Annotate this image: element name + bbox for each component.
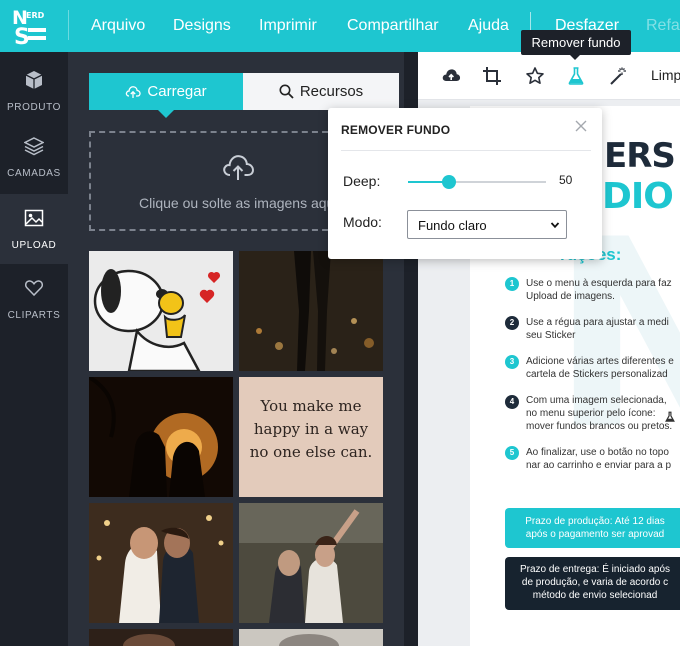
nerd-studio-logo[interactable]: N ERD S (10, 6, 50, 46)
quote-text: You make me happy in a way no one else c… (249, 397, 373, 461)
couple-silhouette-photo (89, 377, 233, 497)
menu-arquivo[interactable]: Arquivo (91, 17, 145, 35)
cube-icon (25, 71, 43, 89)
cloud-upload-icon (223, 155, 254, 180)
photo-partial (239, 629, 383, 646)
rail-label-upload: UPLOAD (11, 240, 57, 251)
mode-select-value: Fundo claro (418, 218, 487, 233)
step-text: Ao finalizar, use o botão no topo nar ao… (526, 447, 672, 471)
tooltip-remove-background: Remover fundo (521, 30, 631, 55)
active-tab-indicator (158, 110, 174, 118)
upload-cloud-icon[interactable] (441, 66, 461, 86)
image-thumbnail[interactable] (89, 629, 233, 646)
step-text: Use a régua para ajustar a medi seu Stic… (526, 317, 669, 341)
mode-label: Modo: (343, 214, 382, 230)
star-icon[interactable] (525, 66, 545, 86)
logo-divider (68, 10, 69, 40)
tooltip-arrow (570, 55, 580, 60)
rail-label-cliparts: CLIPARTS (7, 310, 61, 321)
crop-icon[interactable] (482, 66, 502, 86)
image-thumbnail[interactable] (89, 377, 233, 497)
production-time-box: Prazo de produção: Até 12 dias após o pa… (505, 508, 680, 548)
chevron-down-icon (550, 222, 560, 229)
rail-item-produto[interactable]: PRODUTO (0, 56, 68, 126)
close-icon[interactable] (573, 118, 589, 134)
step-number: 1 (505, 277, 519, 291)
couple-city-photo (239, 251, 383, 371)
tab-recursos[interactable]: Recursos (243, 73, 399, 110)
rail-label-camadas: CAMADAS (7, 168, 61, 179)
menu-designs[interactable]: Designs (173, 17, 231, 35)
couple-kiss-photo (89, 503, 233, 623)
step-text: Use o menu à esquerda para faz Upload de… (526, 278, 672, 302)
sheet-brand-bottom: DIO (602, 176, 674, 217)
svg-text:ERD: ERD (26, 11, 45, 20)
image-thumbnail[interactable] (89, 503, 233, 623)
image-thumbnail[interactable] (239, 251, 383, 371)
flask-icon (665, 411, 675, 422)
menu-ajuda[interactable]: Ajuda (468, 17, 509, 35)
delivery-time-box: Prazo de entrega: É iniciado após de pro… (505, 557, 680, 610)
rail-item-upload[interactable]: UPLOAD (0, 194, 68, 264)
step-number: 4 (505, 395, 519, 409)
image-icon (24, 209, 44, 227)
cloud-upload-icon (126, 85, 142, 98)
couple-dance-photo (239, 503, 383, 623)
step-number: 5 (505, 446, 519, 460)
image-thumbnail[interactable] (89, 251, 233, 371)
rail-label-produto: PRODUTO (6, 102, 62, 113)
rail-item-camadas[interactable]: CAMADAS (0, 122, 68, 192)
step-text: Adicione várias artes diferentes e carte… (526, 356, 674, 380)
deep-value: 50 (559, 173, 573, 187)
image-thumbnail[interactable]: You make me happy in a way no one else c… (239, 377, 383, 497)
step-number: 2 (505, 316, 519, 330)
menu-compartilhar[interactable]: Compartilhar (347, 17, 439, 35)
deep-label: Deep: (343, 173, 381, 189)
search-icon (279, 84, 294, 99)
layers-icon (24, 137, 44, 156)
popover-divider (341, 150, 591, 151)
image-thumbnail[interactable] (239, 629, 383, 646)
dropzone-text: Clique ou solte as imagens aqui (139, 195, 338, 211)
step-text: Com uma imagem selecionada, no menu supe… (526, 395, 673, 432)
popover-title: REMOVER FUNDO (341, 123, 451, 137)
clear-button[interactable]: Limp (651, 67, 680, 83)
heart-icon (24, 280, 44, 297)
svg-text:S: S (14, 25, 30, 46)
mode-select[interactable]: Fundo claro (407, 210, 567, 239)
remove-background-popover: REMOVER FUNDO Deep: 50 Modo: Fundo claro (328, 108, 602, 259)
menu-imprimir[interactable]: Imprimir (259, 17, 317, 35)
tab-carregar-label: Carregar (147, 83, 207, 100)
magic-wand-icon[interactable] (608, 66, 628, 86)
snoopy-illustration (89, 251, 233, 371)
deep-slider-thumb[interactable] (442, 175, 457, 189)
tab-carregar[interactable]: Carregar (89, 73, 243, 110)
tab-recursos-label: Recursos (299, 83, 364, 100)
photo-partial (89, 629, 233, 646)
redo-button[interactable]: Refa (646, 17, 680, 35)
deep-slider[interactable] (408, 175, 546, 189)
image-thumbnail[interactable] (239, 503, 383, 623)
step-number: 3 (505, 355, 519, 369)
rail-item-cliparts[interactable]: CLIPARTS (0, 264, 68, 334)
sheet-brand-top: ERS (604, 136, 676, 176)
flask-icon[interactable] (566, 66, 586, 86)
